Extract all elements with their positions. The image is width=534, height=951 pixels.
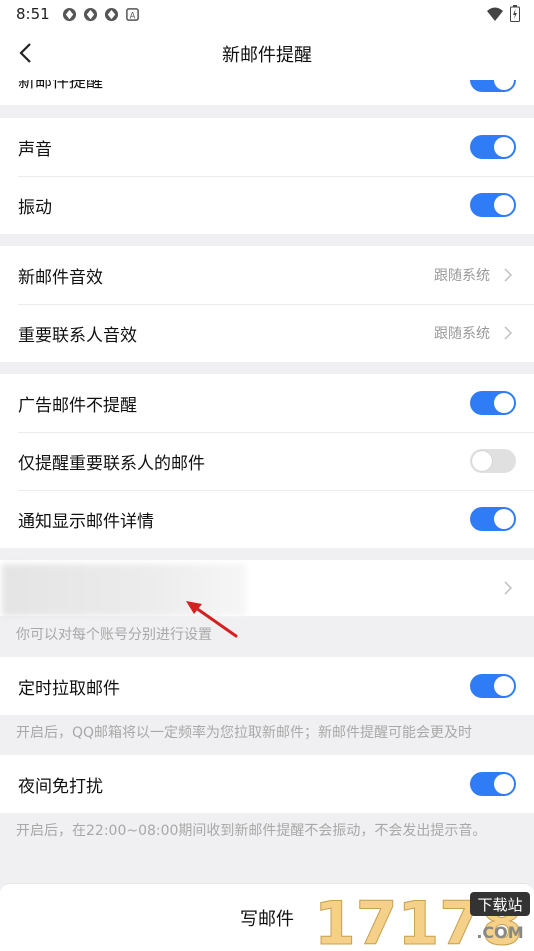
toggle-knob [494,676,514,696]
vip-only-row[interactable]: 仅提醒重要联系人的邮件 [0,432,534,490]
battery-icon [510,5,520,22]
page-title: 新邮件提醒 [222,45,312,66]
dnd-toggle[interactable] [470,772,516,796]
vip-contact-sound-value: 跟随系统 [434,326,490,342]
toggle-knob [494,137,514,157]
vip-only-toggle[interactable] [470,449,516,473]
vip-only-label: 仅提醒重要联系人的邮件 [18,453,205,474]
sound-effects-group: 新邮件音效 跟随系统 重要联系人音效 跟随系统 [0,246,534,362]
toggle-knob [494,774,514,794]
notification-icon [62,7,76,21]
sound-group: 声音 振动 [0,118,534,234]
toggle-knob [494,80,514,90]
svg-text:.COM: .COM [476,923,523,942]
notification-icon [83,7,97,21]
toggle-knob [494,509,514,529]
text-icon: A [125,7,139,21]
status-notification-icons: A [62,7,140,22]
new-mail-alert-label: 新邮件提醒 [18,80,103,92]
new-mail-sound-row[interactable]: 新邮件音效 跟随系统 [0,246,534,304]
title-bar: 新邮件提醒 [0,28,534,81]
scheduled-fetch-row[interactable]: 定时拉取邮件 [0,657,534,715]
sound-toggle[interactable] [470,135,516,159]
scheduled-fetch-hint: 开启后，QQ邮箱将以一定频率为您拉取新邮件；新邮件提醒可能会更及时 [16,725,473,741]
vibration-label: 振动 [18,197,52,218]
scheduled-fetch-toggle[interactable] [470,674,516,698]
annotation-arrow-icon [186,601,238,638]
status-bar: 8:51 A [0,0,534,28]
ad-mail-label: 广告邮件不提醒 [18,395,137,416]
status-time: 8:51 [16,5,50,23]
vibration-toggle[interactable] [470,193,516,217]
back-arrow-icon[interactable] [14,40,40,66]
vip-contact-sound-label: 重要联系人音效 [18,325,137,346]
new-mail-sound-value: 跟随系统 [434,268,490,284]
scheduled-fetch-label: 定时拉取邮件 [18,678,120,699]
scheduled-fetch-group: 定时拉取邮件 [0,657,534,715]
chevron-right-icon [504,581,513,595]
notification-icon [104,7,118,21]
new-mail-alert-toggle[interactable] [470,80,516,92]
account-hint: 你可以对每个账号分别进行设置 [16,627,212,643]
dnd-group: 夜间免打扰 [0,755,534,813]
new-mail-sound-label: 新邮件音效 [18,267,103,288]
show-details-label: 通知显示邮件详情 [18,511,154,532]
dnd-label: 夜间免打扰 [18,776,103,797]
ad-mail-toggle[interactable] [470,391,516,415]
dnd-hint: 开启后，在22:00~08:00期间收到新邮件提醒不会振动，不会发出提示音。 [16,823,487,839]
chevron-right-icon [504,268,513,282]
vip-contact-sound-row[interactable]: 重要联系人音效 跟随系统 [0,304,534,362]
vibration-row[interactable]: 振动 [0,176,534,234]
new-mail-alert-row[interactable]: 新邮件提醒 [0,80,534,105]
filters-group: 广告邮件不提醒 仅提醒重要联系人的邮件 通知显示邮件详情 [0,374,534,548]
watermark-logo: 17178 下载站 .COM [314,889,530,950]
svg-text:A: A [129,10,135,20]
account-row[interactable] [0,560,534,616]
toggle-knob [494,393,514,413]
dnd-row[interactable]: 夜间免打扰 [0,755,534,813]
show-details-toggle[interactable] [470,507,516,531]
toggle-knob [494,195,514,215]
status-right-icons [486,5,520,22]
toggle-knob [472,451,492,471]
show-details-row[interactable]: 通知显示邮件详情 [0,490,534,548]
svg-text:下载站: 下载站 [477,896,522,914]
chevron-right-icon [504,326,513,340]
wifi-icon [487,7,503,21]
ad-mail-row[interactable]: 广告邮件不提醒 [0,374,534,432]
sound-label: 声音 [18,139,52,160]
sound-row[interactable]: 声音 [0,118,534,176]
